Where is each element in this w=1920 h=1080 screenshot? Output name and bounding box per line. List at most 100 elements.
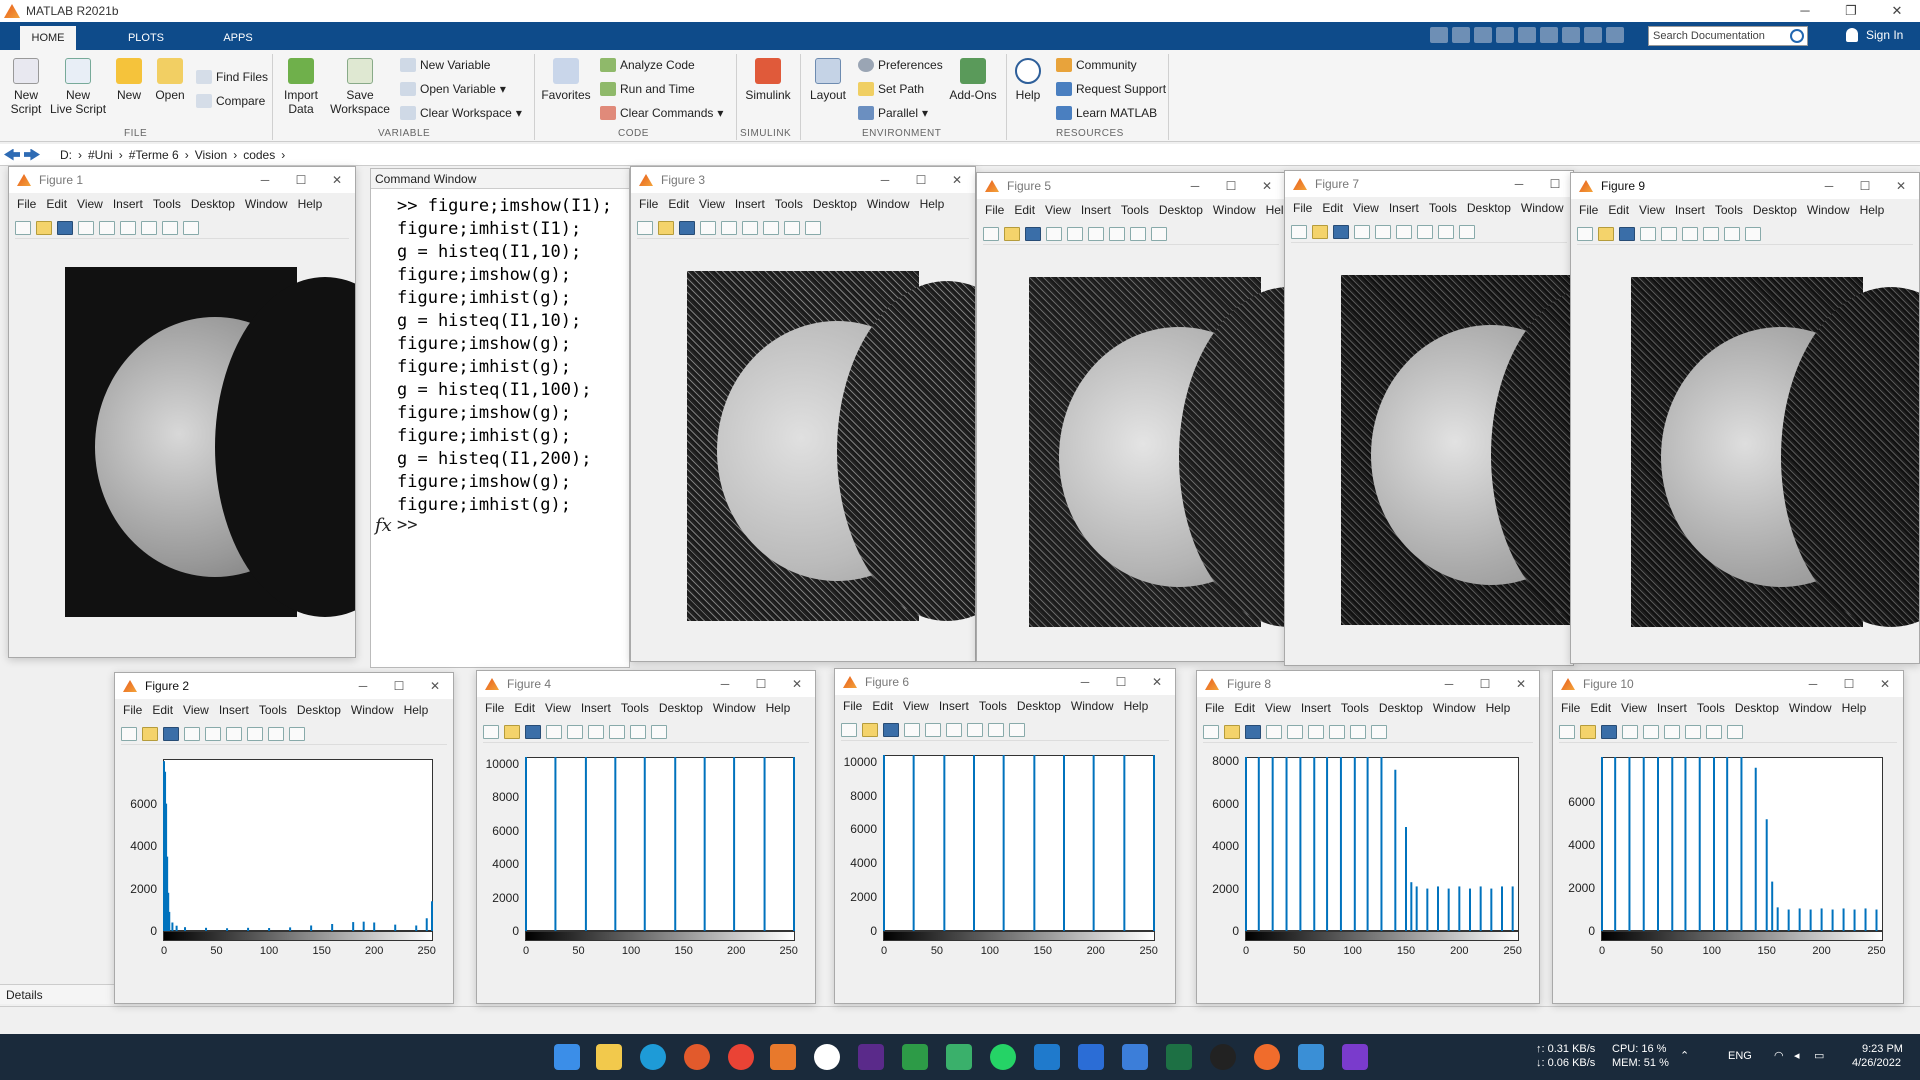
minimize-icon[interactable]: ─: [247, 167, 283, 193]
new-script-button[interactable]: New Script: [6, 58, 46, 116]
figure-menu-edit[interactable]: Edit: [872, 699, 893, 717]
maximize-icon[interactable]: ☐: [903, 167, 939, 193]
community-button[interactable]: Community: [1056, 58, 1137, 72]
pointer-icon[interactable]: [1350, 725, 1366, 739]
property-inspector-icon[interactable]: [1371, 725, 1387, 739]
pointer-icon[interactable]: [784, 221, 800, 235]
insert-colorbar-icon[interactable]: [1308, 725, 1324, 739]
insert-colorbar-icon[interactable]: [742, 221, 758, 235]
settings-icon[interactable]: [1606, 27, 1624, 43]
new-live-script-button[interactable]: New Live Script: [50, 58, 106, 116]
app-icon[interactable]: [814, 1044, 840, 1070]
maximize-icon[interactable]: ☐: [283, 167, 319, 193]
figure-menu-view[interactable]: View: [1353, 201, 1379, 219]
figure-menu-edit[interactable]: Edit: [46, 197, 67, 215]
volume-icon[interactable]: ◂: [1794, 1049, 1800, 1063]
figure-menu-edit[interactable]: Edit: [152, 703, 173, 721]
edge-browser-icon[interactable]: [640, 1044, 666, 1070]
new-figure-icon[interactable]: [841, 723, 857, 737]
figure-menu-view[interactable]: View: [1265, 701, 1291, 719]
property-inspector-icon[interactable]: [1151, 227, 1167, 241]
figure-menu-insert[interactable]: Insert: [1675, 203, 1705, 221]
figure-window-4[interactable]: Figure 4 ─ ☐ ✕ File Edit View Insert Tools Desk…: [476, 670, 816, 1004]
print-icon[interactable]: [1622, 725, 1638, 739]
minimize-icon[interactable]: ─: [1067, 669, 1103, 695]
windows-start-icon[interactable]: [554, 1044, 580, 1070]
open-file-icon[interactable]: [504, 725, 520, 739]
minimize-icon[interactable]: ─: [867, 167, 903, 193]
figure-menu-tools[interactable]: Tools: [1715, 203, 1743, 221]
maximize-icon[interactable]: ☐: [1213, 173, 1249, 199]
close-icon[interactable]: ✕: [1883, 173, 1919, 199]
figure-menu-view[interactable]: View: [1621, 701, 1647, 719]
save-figure-icon[interactable]: [525, 725, 541, 739]
new-figure-icon[interactable]: [1291, 225, 1307, 239]
back-arrow-icon[interactable]: [4, 148, 20, 161]
link-plot-icon[interactable]: [721, 221, 737, 235]
figure-menu-file[interactable]: File: [1561, 701, 1580, 719]
print-icon[interactable]: [1046, 227, 1062, 241]
figure-menu-window[interactable]: Window: [245, 197, 288, 215]
minimize-icon[interactable]: ─: [1501, 171, 1537, 197]
figure-menu-window[interactable]: Window: [1521, 201, 1564, 219]
new-figure-icon[interactable]: [483, 725, 499, 739]
file-explorer-icon[interactable]: [596, 1044, 622, 1070]
figure-menu-help[interactable]: Help: [1266, 203, 1285, 221]
insert-legend-icon[interactable]: [1417, 225, 1433, 239]
figure-menu-view[interactable]: View: [77, 197, 103, 215]
figure-menu-file[interactable]: File: [843, 699, 862, 717]
search-icon[interactable]: [1790, 29, 1804, 43]
figure-menu-window[interactable]: Window: [351, 703, 394, 721]
copy-icon[interactable]: [1474, 27, 1492, 43]
close-icon[interactable]: ✕: [1139, 669, 1175, 695]
figure-window-3[interactable]: Figure 3 ─ ☐ ✕ File Edit View Insert Tools Desk…: [630, 166, 976, 662]
minimize-icon[interactable]: ─: [1782, 0, 1828, 22]
figure-menu-help[interactable]: Help: [404, 703, 429, 721]
visual-studio-icon[interactable]: [1342, 1044, 1368, 1070]
minimize-icon[interactable]: ─: [1811, 173, 1847, 199]
undo-icon[interactable]: [1518, 27, 1536, 43]
figure-menu-help[interactable]: Help: [920, 197, 945, 215]
property-inspector-icon[interactable]: [1727, 725, 1743, 739]
figure-window-7[interactable]: Figure 7 ─ ☐ File Edit View Insert Tools Deskt…: [1284, 170, 1574, 666]
new-figure-icon[interactable]: [983, 227, 999, 241]
save-figure-icon[interactable]: [1601, 725, 1617, 739]
link-plot-icon[interactable]: [925, 723, 941, 737]
favorites-button[interactable]: Favorites: [540, 58, 592, 102]
insert-legend-icon[interactable]: [1109, 227, 1125, 241]
parallel-button[interactable]: Parallel ▾: [858, 106, 928, 120]
minimize-icon[interactable]: ─: [1177, 173, 1213, 199]
property-inspector-icon[interactable]: [183, 221, 199, 235]
breadcrumb-item[interactable]: #Terme 6: [129, 148, 179, 162]
close-icon[interactable]: ✕: [1874, 0, 1920, 22]
save-figure-icon[interactable]: [57, 221, 73, 235]
details-panel-label[interactable]: Details: [0, 984, 115, 1004]
analyze-code-button[interactable]: Analyze Code: [600, 58, 695, 72]
matlab-taskbar-icon[interactable]: [770, 1044, 796, 1070]
print-icon[interactable]: [78, 221, 94, 235]
save-figure-icon[interactable]: [1619, 227, 1635, 241]
save-workspace-button[interactable]: Save Workspace: [328, 58, 392, 116]
breadcrumb-item[interactable]: D:: [60, 148, 72, 162]
link-plot-icon[interactable]: [205, 727, 221, 741]
open-file-icon[interactable]: [1224, 725, 1240, 739]
link-plot-icon[interactable]: [1375, 225, 1391, 239]
chrome-browser-icon[interactable]: [728, 1044, 754, 1070]
figure-menu-window[interactable]: Window: [1789, 701, 1832, 719]
figure-menu-desktop[interactable]: Desktop: [659, 701, 703, 719]
open-variable-button[interactable]: Open Variable ▾: [400, 82, 506, 96]
figure-window-6[interactable]: Figure 6 ─ ☐ ✕ File Edit View Insert Tools Desk…: [834, 668, 1176, 1004]
pointer-icon[interactable]: [988, 723, 1004, 737]
print-icon[interactable]: [546, 725, 562, 739]
figure-menu-insert[interactable]: Insert: [1389, 201, 1419, 219]
figure-menu-window[interactable]: Window: [1807, 203, 1850, 221]
figure-menu-help[interactable]: Help: [1486, 701, 1511, 719]
pointer-icon[interactable]: [630, 725, 646, 739]
figure-menu-file[interactable]: File: [485, 701, 504, 719]
search-documentation-input[interactable]: Search Documentation: [1648, 26, 1808, 46]
media-player-icon[interactable]: [684, 1044, 710, 1070]
figure-menu-desktop[interactable]: Desktop: [1753, 203, 1797, 221]
command-window[interactable]: Command Window >> figure;imshow(I1); figu…: [370, 168, 630, 668]
breadcrumb-item[interactable]: #Uni: [88, 148, 113, 162]
insert-legend-icon[interactable]: [609, 725, 625, 739]
